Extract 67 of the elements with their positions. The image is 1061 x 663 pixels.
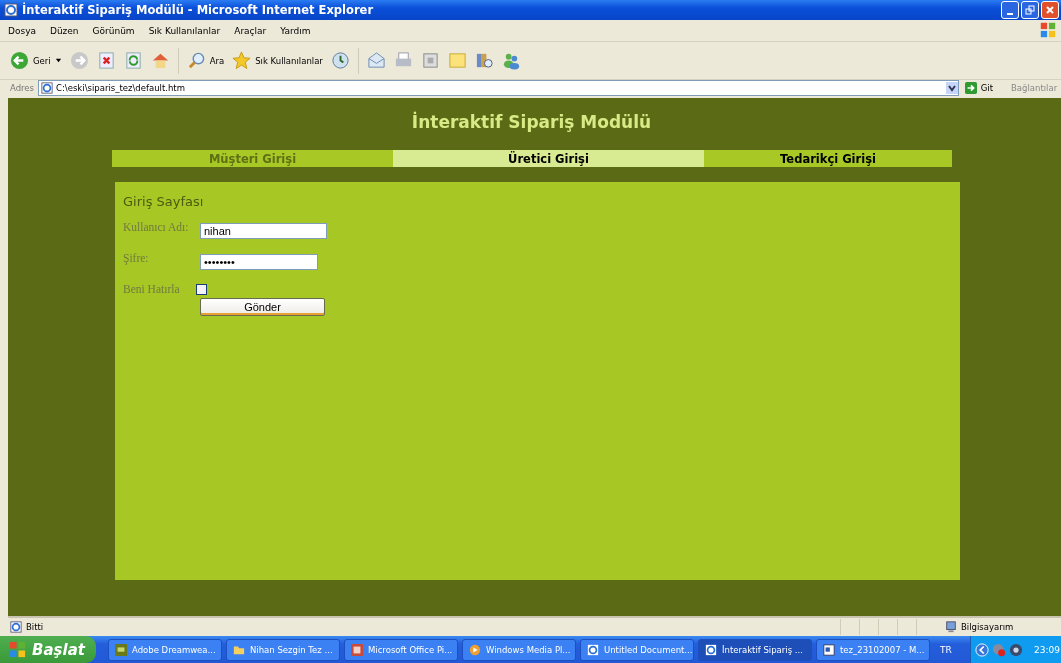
- app-icon: [587, 643, 599, 656]
- address-field[interactable]: C:\eski\siparis_tez\default.htm: [38, 80, 959, 96]
- field-label: Kullanıcı Adı:: [123, 221, 190, 233]
- messenger-icon[interactable]: [501, 51, 521, 70]
- menu-item[interactable]: Düzen: [49, 25, 79, 36]
- address-label: Adres: [10, 83, 35, 93]
- taskbar-button[interactable]: Adobe Dreamwea...: [108, 638, 222, 661]
- research-icon[interactable]: [474, 51, 494, 70]
- dropdown-icon[interactable]: [945, 82, 958, 94]
- close-icon: [1045, 5, 1055, 15]
- window-title: İnteraktif Sipariş Modülü - Microsoft Internet Explorer: [22, 3, 375, 17]
- taskbar-button[interactable]: Untitled Document...: [580, 638, 694, 661]
- chevron-icon[interactable]: [975, 642, 989, 657]
- page-heading: İnteraktif Sipariş Modülü: [410, 110, 653, 134]
- status-text: Bitti: [26, 622, 45, 632]
- checkbox-label: Beni Hatırla: [123, 283, 181, 295]
- taskbar-button[interactable]: Nihan Sezgin Tez ...: [226, 638, 340, 661]
- windows-logo-icon: [1039, 21, 1057, 39]
- field-label: Şifre:: [123, 252, 150, 264]
- favorites-button[interactable]: Sık Kullanılanlar: [232, 51, 323, 70]
- restore-icon: [1025, 5, 1035, 15]
- app-icon: [823, 643, 835, 656]
- refresh-icon[interactable]: [123, 51, 143, 70]
- tray-app-icon[interactable]: [1009, 642, 1023, 657]
- menu-item[interactable]: Görünüm: [92, 25, 135, 36]
- menu-item[interactable]: Dosya: [8, 25, 36, 36]
- zone-text: Bilgisayarım: [961, 622, 1015, 632]
- go-button[interactable]: Git: [962, 82, 1007, 94]
- clock: 23:09: [1034, 644, 1060, 655]
- submit-button[interactable]: Gönder: [200, 298, 325, 316]
- caret-icon[interactable]: [54, 57, 62, 64]
- restore-button[interactable]: [1021, 1, 1039, 19]
- taskbar-button[interactable]: Microsoft Office Pi...: [344, 638, 458, 661]
- checkbox[interactable]: [196, 284, 207, 295]
- ie-icon: [4, 3, 18, 17]
- app-icon: [115, 643, 127, 656]
- app-icon: [705, 643, 717, 656]
- home-icon[interactable]: [150, 51, 170, 70]
- minimize-icon: [1007, 13, 1013, 15]
- star-icon: [232, 51, 252, 70]
- close-button[interactable]: [1041, 1, 1059, 19]
- search-button[interactable]: Ara: [186, 51, 225, 70]
- app-icon: [469, 643, 481, 656]
- back-button[interactable]: Geri: [10, 51, 51, 70]
- history-icon[interactable]: [330, 51, 350, 70]
- input-field[interactable]: ••••••••: [200, 254, 318, 270]
- menu-item[interactable]: Yardım: [280, 25, 311, 36]
- menu-item[interactable]: Araçlar: [234, 25, 267, 36]
- page-icon: [41, 82, 54, 94]
- minimize-button[interactable]: [1001, 1, 1019, 19]
- menu-item[interactable]: Sık Kullanılanlar: [148, 25, 221, 36]
- app-icon: [351, 643, 363, 656]
- taskbar-button[interactable]: tez_23102007 - M...: [816, 638, 930, 661]
- language-indicator[interactable]: TR: [940, 644, 966, 655]
- windows-logo-icon: [8, 640, 27, 659]
- arrow-icon: [964, 82, 977, 94]
- taskbar-button[interactable]: İnteraktif Sipariş ...: [698, 638, 812, 661]
- taskbar-button[interactable]: Windows Media Pl...: [462, 638, 576, 661]
- computer-icon: [945, 621, 957, 633]
- input-field[interactable]: nihan: [200, 223, 327, 239]
- mail-icon[interactable]: [366, 51, 386, 70]
- nav-tab[interactable]: Üretici Girişi: [393, 150, 704, 167]
- stop-icon[interactable]: [96, 51, 116, 70]
- form-title: Giriş Sayfası: [123, 194, 205, 209]
- page-icon: [10, 621, 22, 633]
- search-icon: [186, 51, 206, 70]
- nav-tab[interactable]: Tedarikçi Girişi: [704, 150, 952, 167]
